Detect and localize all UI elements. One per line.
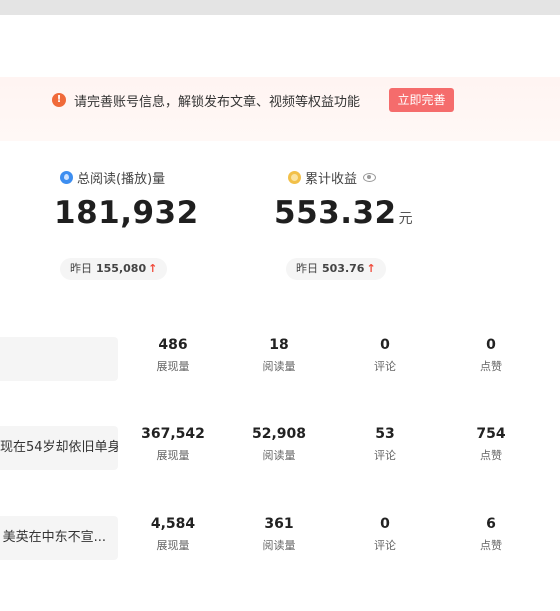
warning-icon: ! <box>52 93 66 107</box>
total-earnings-label: 累计收益 <box>305 172 358 187</box>
article-title[interactable] <box>0 337 118 381</box>
total-reads-value: 181,932 <box>54 195 199 231</box>
article-row[interactable]: 486 展现量 18 阅读量 0 评论 0 点赞 <box>0 337 560 397</box>
trend-up-icon: ↑ <box>148 262 158 275</box>
earnings-yesterday-badge: 昨日 503.76 ↑ <box>286 258 386 280</box>
notice-text: 请完善账号信息，解锁发布文章、视频等权益功能 <box>74 95 361 110</box>
total-earnings-value: 553.32 元 <box>274 195 414 231</box>
eye-icon[interactable] <box>363 173 377 182</box>
reads-metric: 361 阅读量 <box>262 516 296 552</box>
impressions-metric: 4,584 展现量 <box>150 516 196 552</box>
complete-profile-button[interactable]: 立即完善 <box>389 88 454 112</box>
article-row[interactable]: 现在54岁却依旧单身 367,542 展现量 52,908 阅读量 53 评论 754… <box>0 426 560 486</box>
trend-up-icon: ↑ <box>366 262 376 275</box>
reads-metric: 52,908 阅读量 <box>251 426 307 462</box>
impressions-metric: 486 展现量 <box>156 337 190 373</box>
coin-icon <box>288 171 301 184</box>
article-title[interactable]: 美英在中东不宣... <box>0 516 118 560</box>
comments-metric: 0 评论 <box>374 337 396 373</box>
account-notice-banner: ! 请完善账号信息，解锁发布文章、视频等权益功能 立即完善 <box>0 77 560 141</box>
reads-metric: 18 阅读量 <box>262 337 296 373</box>
read-drop-icon <box>60 171 73 184</box>
comments-metric: 0 评论 <box>374 516 396 552</box>
comments-metric: 53 评论 <box>374 426 396 462</box>
reads-yesterday-badge: 昨日 155,080 ↑ <box>60 258 168 280</box>
likes-metric: 6 点赞 <box>480 516 502 552</box>
article-title[interactable]: 现在54岁却依旧单身 <box>0 426 118 470</box>
likes-metric: 754 点赞 <box>476 426 506 462</box>
article-row[interactable]: 美英在中东不宣... 4,584 展现量 361 阅读量 0 评论 6 点赞 <box>0 516 560 576</box>
currency-unit: 元 <box>398 211 414 227</box>
likes-metric: 0 点赞 <box>480 337 502 373</box>
total-earnings-stat: 累计收益 553.32 元 昨日 503.76 ↑ <box>274 168 414 280</box>
impressions-metric: 367,542 展现量 <box>141 426 205 462</box>
top-bar <box>0 0 560 15</box>
total-reads-label: 总阅读(播放)量 <box>77 172 166 187</box>
total-reads-stat: 总阅读(播放)量 181,932 昨日 155,080 ↑ <box>54 168 199 280</box>
